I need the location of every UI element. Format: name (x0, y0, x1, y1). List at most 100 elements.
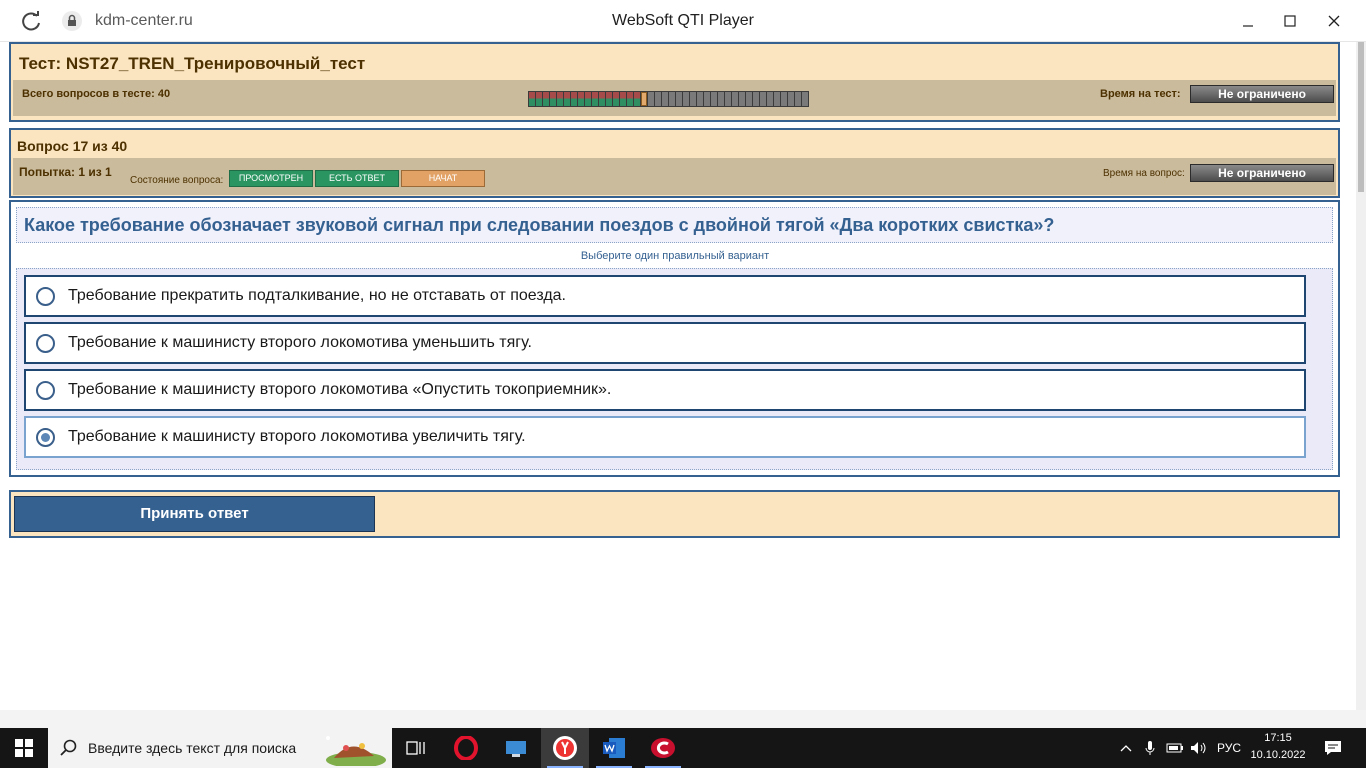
status-badge-viewed: ПРОСМОТРЕН (229, 170, 313, 187)
answer-option-3[interactable]: Требование к машинисту второго локомотив… (24, 369, 1306, 411)
taskbar-app[interactable] (492, 728, 540, 768)
progress-cell-29[interactable] (725, 92, 731, 106)
taskbar-app-red[interactable] (639, 728, 687, 768)
search-placeholder: Введите здесь текст для поиска (88, 740, 297, 756)
task-view-button[interactable] (392, 728, 440, 768)
taskbar-opera[interactable] (442, 728, 490, 768)
option-label: Требование к машинисту второго локомотив… (68, 428, 526, 445)
progress-cell-31[interactable] (739, 92, 745, 106)
search-highlight-icon (326, 736, 386, 766)
progress-cell-6[interactable] (564, 92, 570, 106)
task-view-icon (406, 741, 425, 755)
progress-cell-35[interactable] (767, 92, 773, 106)
notification-icon (1325, 741, 1341, 755)
radio-button-selected[interactable] (36, 428, 55, 447)
background-window-strip (0, 710, 1366, 728)
progress-cell-2[interactable] (536, 92, 542, 106)
taskbar-search[interactable]: Введите здесь текст для поиска (48, 728, 392, 768)
close-icon (1328, 15, 1340, 27)
progress-cell-26[interactable] (704, 92, 710, 106)
tray-volume[interactable] (1188, 728, 1210, 768)
progress-cell-21[interactable] (669, 92, 675, 106)
progress-cell-16[interactable] (634, 92, 640, 106)
progress-cell-38[interactable] (788, 92, 794, 106)
progress-cell-27[interactable] (711, 92, 717, 106)
progress-cell-3[interactable] (543, 92, 549, 106)
taskbar-yandex-browser[interactable] (541, 728, 589, 768)
progress-cell-24[interactable] (690, 92, 696, 106)
radio-button[interactable] (36, 381, 55, 400)
red-app-icon (651, 738, 675, 758)
yandex-browser-icon (553, 736, 577, 760)
progress-cell-14[interactable] (620, 92, 626, 106)
test-title: Тест: NST27_TREN_Тренировочный_тест (19, 54, 366, 73)
window-titlebar: kdm-center.ru WebSoft QTI Player (0, 0, 1366, 42)
progress-cell-8[interactable] (578, 92, 584, 106)
progress-cell-40[interactable] (802, 92, 808, 106)
progress-cell-17[interactable] (641, 92, 647, 106)
progress-cell-13[interactable] (613, 92, 619, 106)
progress-cell-23[interactable] (683, 92, 689, 106)
chevron-up-icon (1120, 745, 1132, 752)
progress-cell-15[interactable] (627, 92, 633, 106)
tray-microphone[interactable] (1140, 728, 1160, 768)
answer-option-4[interactable]: Требование к машинисту второго локомотив… (24, 416, 1306, 458)
maximize-icon (1284, 15, 1296, 27)
close-button[interactable] (1312, 6, 1356, 36)
battery-icon (1166, 743, 1183, 753)
progress-cell-7[interactable] (571, 92, 577, 106)
status-badge-started: НАЧАТ (401, 170, 485, 187)
taskbar-word[interactable] (590, 728, 638, 768)
tray-expand-button[interactable] (1116, 728, 1136, 768)
progress-cell-22[interactable] (676, 92, 682, 106)
progress-cell-4[interactable] (550, 92, 556, 106)
test-time-label: Время на тест: (1100, 88, 1181, 100)
search-icon (60, 739, 77, 756)
tray-battery[interactable] (1164, 728, 1186, 768)
submit-answer-button[interactable]: Принять ответ (14, 496, 375, 532)
progress-cell-37[interactable] (781, 92, 787, 106)
radio-button[interactable] (36, 334, 55, 353)
progress-cell-18[interactable] (648, 92, 654, 106)
test-progress-bar (528, 91, 809, 107)
notifications-button[interactable] (1318, 728, 1348, 768)
progress-cell-9[interactable] (585, 92, 591, 106)
speaker-icon (1191, 742, 1206, 754)
start-button[interactable] (0, 728, 48, 768)
total-questions-label: Всего вопросов в тесте: 40 (22, 88, 171, 100)
progress-cell-28[interactable] (718, 92, 724, 106)
clock-time: 17:15 (1264, 732, 1292, 744)
progress-cell-34[interactable] (760, 92, 766, 106)
page-scrollbar[interactable] (1356, 42, 1366, 720)
progress-cell-11[interactable] (599, 92, 605, 106)
question-state-label: Состояние вопроса: (130, 175, 224, 186)
question-text: Какое требование обозначает звуковой сиг… (24, 215, 1055, 235)
radio-button[interactable] (36, 287, 55, 306)
progress-cell-30[interactable] (732, 92, 738, 106)
progress-cell-33[interactable] (753, 92, 759, 106)
screen: kdm-center.ru WebSoft QTI Player Тест: N… (0, 0, 1366, 768)
progress-cell-5[interactable] (557, 92, 563, 106)
progress-cell-36[interactable] (774, 92, 780, 106)
microphone-icon (1145, 741, 1155, 755)
progress-cell-19[interactable] (655, 92, 661, 106)
app-icon (506, 741, 526, 757)
progress-cell-20[interactable] (662, 92, 668, 106)
progress-cell-25[interactable] (697, 92, 703, 106)
scrollbar-thumb[interactable] (1358, 42, 1364, 192)
window-title: WebSoft QTI Player (612, 12, 754, 29)
progress-cell-1[interactable] (529, 92, 535, 106)
answer-option-1[interactable]: Требование прекратить подталкивание, но … (24, 275, 1306, 317)
windows-logo-icon (15, 739, 33, 757)
minimize-button[interactable] (1226, 6, 1270, 36)
maximize-button[interactable] (1268, 6, 1312, 36)
language-indicator[interactable]: РУС (1212, 728, 1246, 768)
progress-cell-39[interactable] (795, 92, 801, 106)
progress-cell-12[interactable] (606, 92, 612, 106)
answer-option-2[interactable]: Требование к машинисту второго локомотив… (24, 322, 1306, 364)
word-icon (603, 738, 625, 758)
progress-cell-32[interactable] (746, 92, 752, 106)
clock[interactable]: 17:15 10.10.2022 (1248, 730, 1308, 766)
radio-dot (41, 433, 50, 442)
progress-cell-10[interactable] (592, 92, 598, 106)
